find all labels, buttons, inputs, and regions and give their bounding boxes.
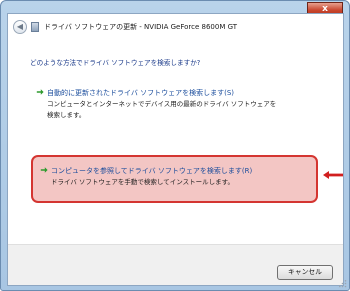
green-arrow-icon xyxy=(40,167,48,173)
dialog-title: ドライバ ソフトウェアの更新 - NVIDIA GeForce 8600M GT xyxy=(44,23,238,31)
option-browse-computer-title[interactable]: コンピュータを参照してドライバ ソフトウェアを検索します(R) xyxy=(51,166,252,176)
dialog-window: x ◀ ドライバ ソフトウェアの更新 - NVIDIA GeForce 8600… xyxy=(0,0,350,291)
dialog-content: ◀ ドライバ ソフトウェアの更新 - NVIDIA GeForce 8600M … xyxy=(7,13,344,286)
question-text: どのような方法でドライバ ソフトウェアを検索しますか? xyxy=(30,59,201,67)
option-auto-search[interactable]: 自動的に更新されたドライバ ソフトウェアを検索します(S) コンピュータとインタ… xyxy=(36,88,316,128)
cancel-button[interactable]: キャンセル xyxy=(277,265,333,280)
option-browse-computer-description: ドライバ ソフトウェアを手動で検索してインストールします。 xyxy=(51,177,234,188)
driver-icon xyxy=(31,22,39,32)
option-browse-computer-desc-line: ドライバ ソフトウェアを手動で検索してインストールします。 xyxy=(51,178,234,186)
resize-grip-icon[interactable] xyxy=(339,280,347,288)
option-auto-search-desc-line: コンピュータとインターネットでデバイス用の最新のドライバ ソフトウェアを xyxy=(47,100,277,108)
option-auto-search-desc-line: 検索します。 xyxy=(47,111,86,119)
highlight-box: コンピュータを参照してドライバ ソフトウェアを検索します(R) ドライバ ソフト… xyxy=(31,155,318,203)
option-auto-search-title[interactable]: 自動的に更新されたドライバ ソフトウェアを検索します(S) xyxy=(47,88,234,98)
green-arrow-icon xyxy=(36,89,44,95)
red-arrow-icon xyxy=(323,171,343,179)
option-auto-search-description: コンピュータとインターネットでデバイス用の最新のドライバ ソフトウェアを 検索し… xyxy=(47,99,276,121)
dialog-header: ◀ ドライバ ソフトウェアの更新 - NVIDIA GeForce 8600M … xyxy=(8,14,343,40)
back-button[interactable]: ◀ xyxy=(13,20,27,34)
option-browse-computer[interactable]: コンピュータを参照してドライバ ソフトウェアを検索します(R) ドライバ ソフト… xyxy=(40,166,310,196)
